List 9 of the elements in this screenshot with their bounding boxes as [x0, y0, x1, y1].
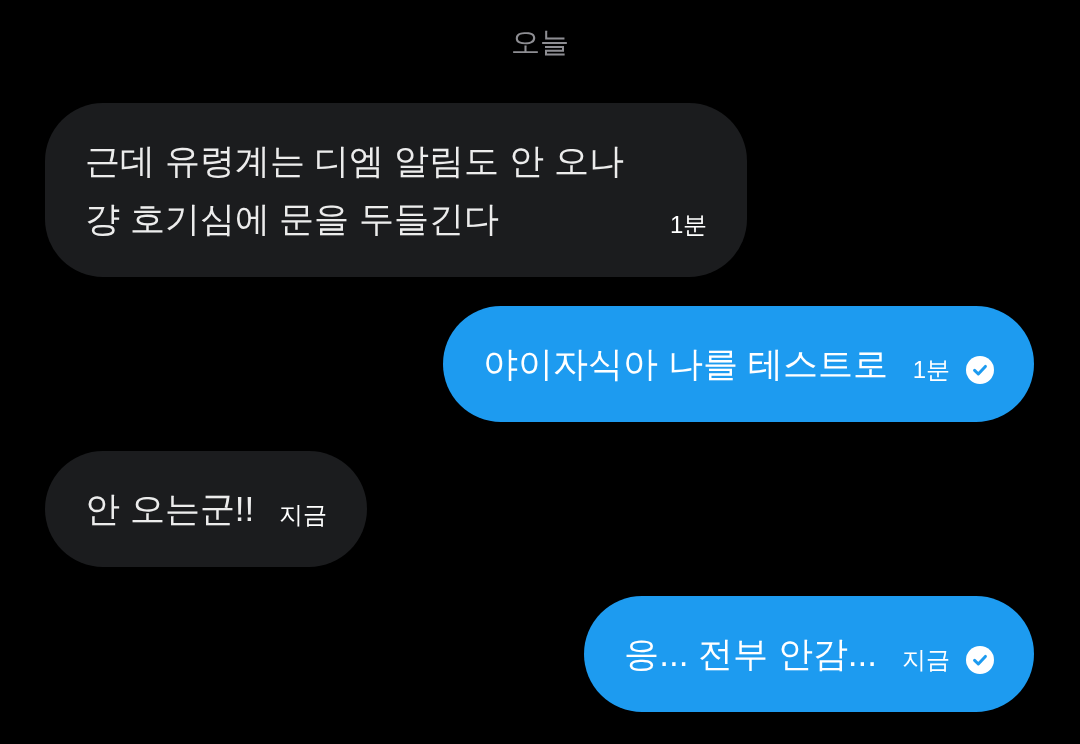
message-text: 응... 전부 안감...: [624, 633, 877, 675]
timestamp: 1분: [670, 210, 708, 240]
date-divider-label: 오늘: [510, 25, 569, 60]
timestamp: 1분: [912, 355, 950, 385]
timestamp: 지금: [902, 645, 950, 675]
message-text: 야이자식아 나를 테스트로: [483, 343, 888, 385]
message-text: 근데 유령계는 디엠 알림도 안 오나 걍 호기심에 문을 두들긴다: [85, 140, 625, 240]
timestamp: 지금: [279, 500, 328, 530]
message-text: 안 오는군!!: [85, 488, 255, 530]
